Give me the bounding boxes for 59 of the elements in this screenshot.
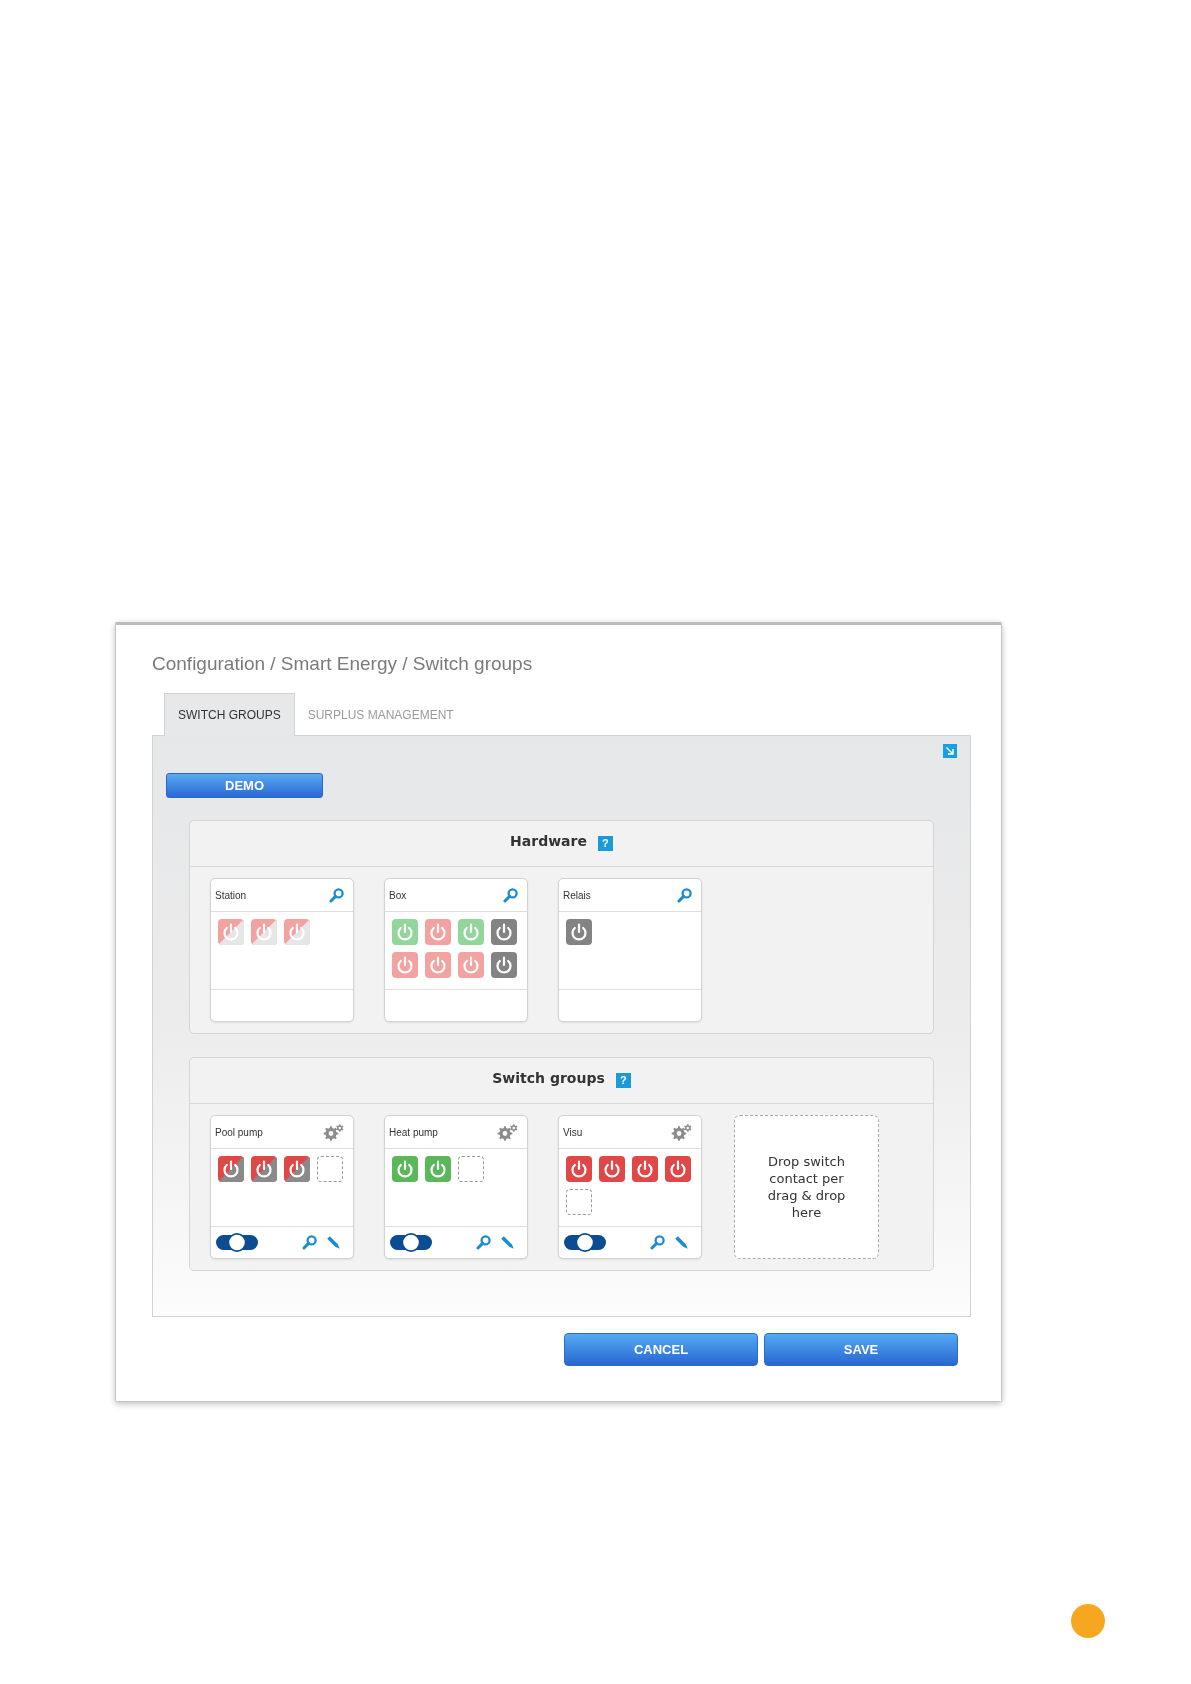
card-title: Heat pump bbox=[389, 1125, 438, 1140]
power-icon[interactable] bbox=[218, 919, 244, 945]
card-title: Pool pump bbox=[215, 1125, 263, 1140]
search-icon[interactable] bbox=[302, 1235, 317, 1250]
tab[interactable]: SWITCH GROUPS bbox=[164, 693, 295, 736]
power-icon[interactable] bbox=[425, 952, 451, 978]
power-icon[interactable] bbox=[392, 952, 418, 978]
gear-icon[interactable] bbox=[323, 1123, 344, 1141]
cancel-button[interactable]: CANCEL bbox=[564, 1333, 758, 1366]
power-icon[interactable] bbox=[566, 1156, 592, 1182]
power-icon[interactable] bbox=[392, 1156, 418, 1182]
tab[interactable]: SURPLUS MANAGEMENT bbox=[294, 693, 467, 736]
card-title: Relais bbox=[563, 888, 591, 903]
help-icon[interactable]: ? bbox=[597, 836, 613, 851]
toggle-knob[interactable] bbox=[227, 1233, 247, 1252]
search-icon[interactable] bbox=[650, 1235, 665, 1250]
power-icon[interactable] bbox=[566, 919, 592, 945]
power-icon[interactable] bbox=[458, 952, 484, 978]
search-icon[interactable] bbox=[329, 887, 344, 903]
gear-icon[interactable] bbox=[671, 1123, 692, 1141]
save-button[interactable]: SAVE bbox=[764, 1333, 958, 1366]
section-title: Hardware bbox=[510, 832, 587, 851]
circle-marker-icon bbox=[1071, 1604, 1105, 1638]
power-icon[interactable] bbox=[425, 1156, 451, 1182]
pencil-icon[interactable] bbox=[326, 1235, 341, 1250]
pencil-icon[interactable] bbox=[674, 1235, 689, 1250]
card-title: Visu bbox=[563, 1125, 583, 1140]
power-icon[interactable] bbox=[632, 1156, 658, 1182]
toggle-switch[interactable] bbox=[390, 1233, 432, 1252]
search-icon[interactable] bbox=[677, 887, 692, 903]
card-title: Station bbox=[215, 888, 247, 903]
empty-slot-icon bbox=[566, 1189, 592, 1215]
power-icon[interactable] bbox=[251, 919, 277, 945]
power-icon[interactable] bbox=[251, 1156, 277, 1182]
breadcrumb: Configuration / Smart Energy / Switch groups bbox=[152, 652, 533, 676]
toggle-switch[interactable] bbox=[216, 1233, 258, 1252]
power-icon[interactable] bbox=[284, 919, 310, 945]
pencil-icon[interactable] bbox=[500, 1235, 515, 1250]
power-icon[interactable] bbox=[665, 1156, 691, 1182]
demo-button[interactable]: DEMO bbox=[166, 773, 323, 798]
power-icon[interactable] bbox=[218, 1156, 244, 1182]
empty-slot-icon bbox=[458, 1156, 484, 1182]
gear-icon[interactable] bbox=[497, 1123, 518, 1141]
toggle-knob[interactable] bbox=[401, 1233, 421, 1252]
power-icon[interactable] bbox=[599, 1156, 625, 1182]
power-icon[interactable] bbox=[491, 919, 517, 945]
toggle-knob[interactable] bbox=[575, 1233, 595, 1252]
drop-zone: Drop switch contact per drag & drop here bbox=[734, 1115, 879, 1259]
diagonal-arrow-icon[interactable] bbox=[943, 744, 957, 758]
help-icon[interactable]: ? bbox=[615, 1073, 631, 1088]
power-icon[interactable] bbox=[425, 919, 451, 945]
power-icon[interactable] bbox=[491, 952, 517, 978]
search-icon[interactable] bbox=[476, 1235, 491, 1250]
card-title: Box bbox=[389, 888, 407, 903]
power-icon[interactable] bbox=[284, 1156, 310, 1182]
section-title: Switch groups bbox=[492, 1069, 605, 1088]
search-icon[interactable] bbox=[503, 887, 518, 903]
empty-slot-icon bbox=[317, 1156, 343, 1182]
toggle-switch[interactable] bbox=[564, 1233, 606, 1252]
